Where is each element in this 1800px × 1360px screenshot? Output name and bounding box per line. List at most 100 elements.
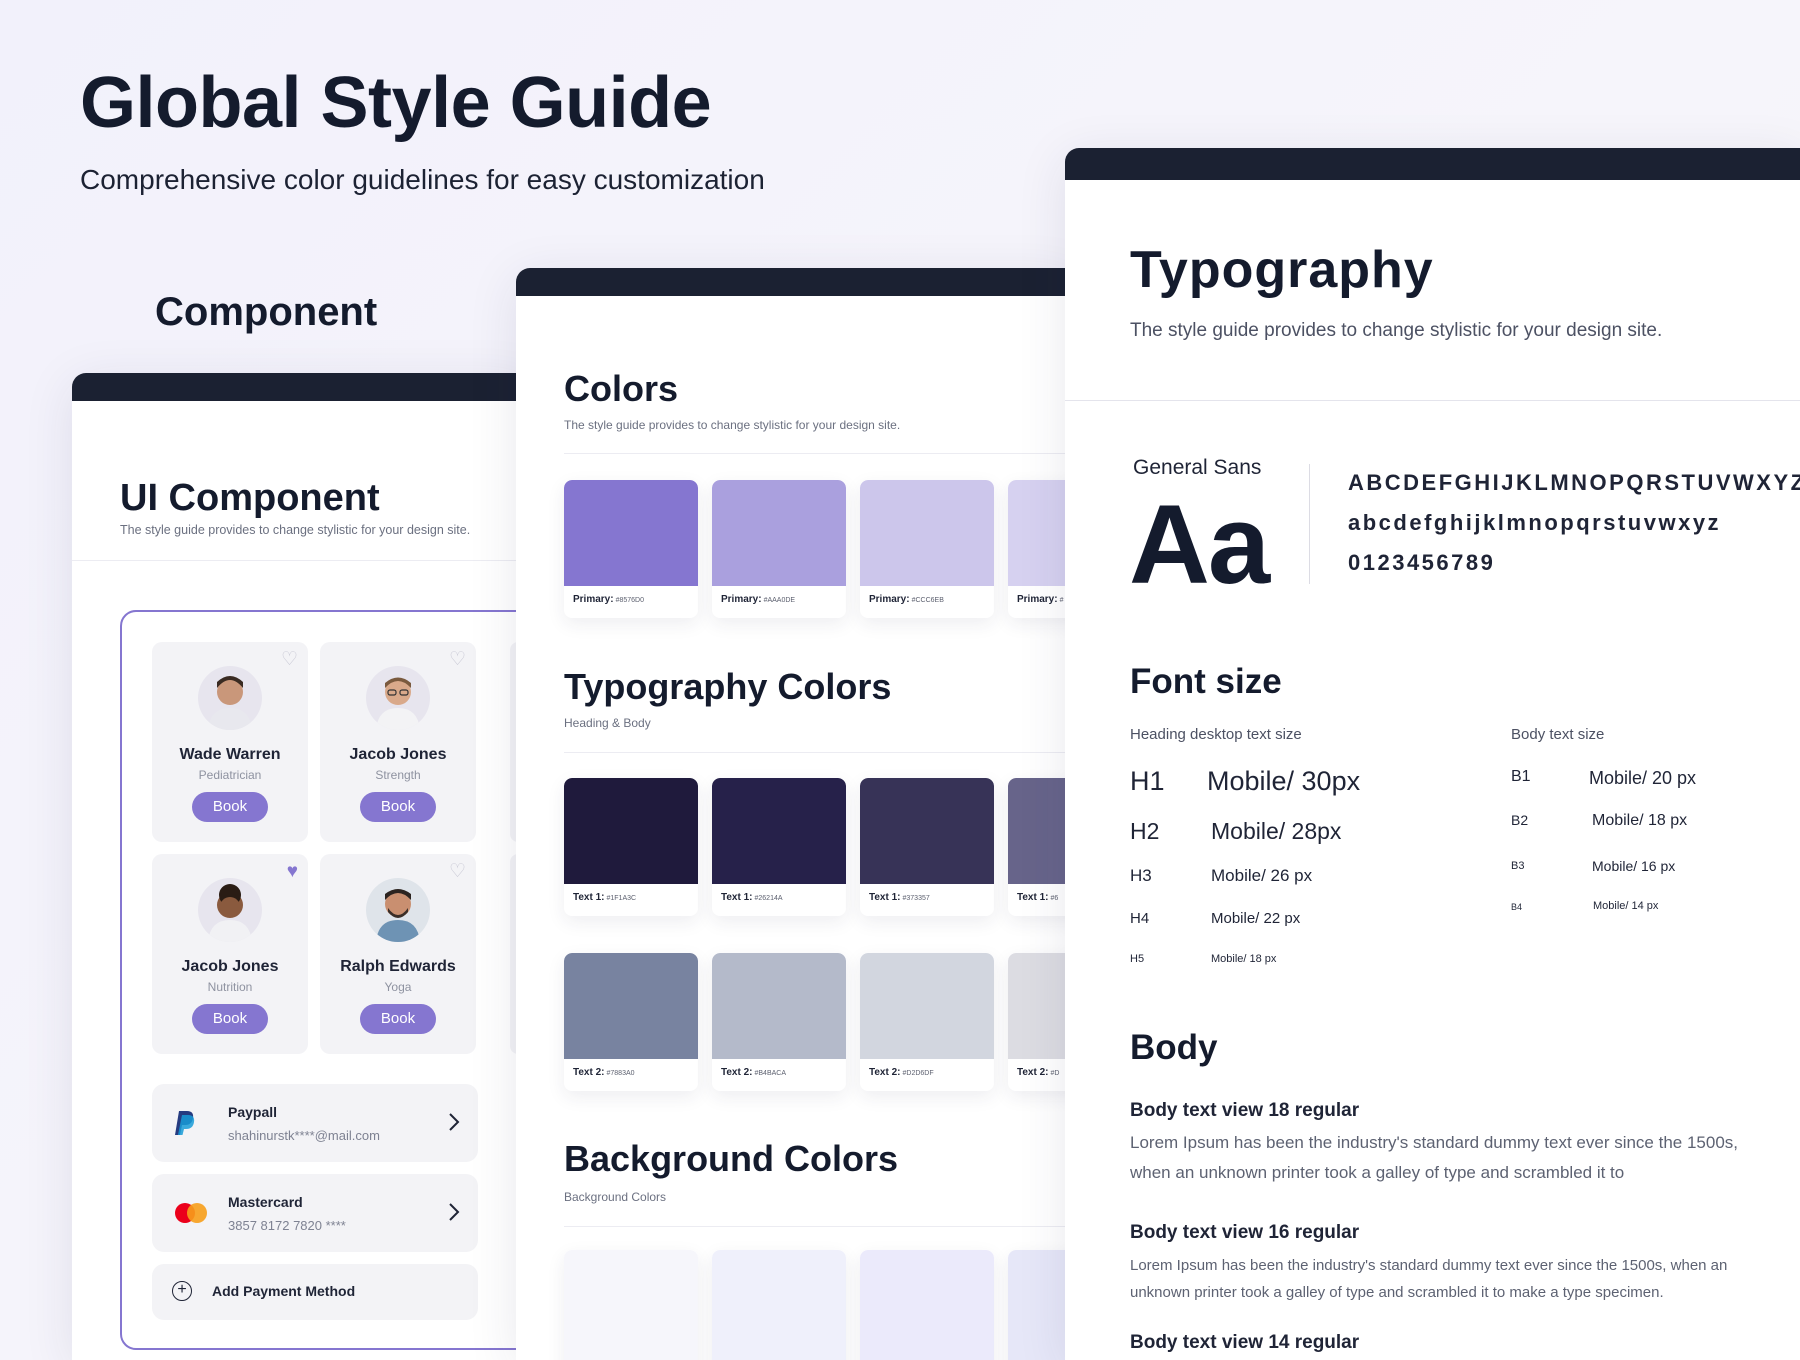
color-swatch: Text 1: #373357 <box>860 778 994 916</box>
typography-title: Typography <box>1130 241 1434 299</box>
b2-tag: B2 <box>1511 812 1529 828</box>
swatch-color <box>860 480 994 586</box>
divider <box>1065 400 1800 401</box>
doctor-name: Wade Warren <box>179 746 281 763</box>
ui-component-panel: UI Component The style guide provides to… <box>72 373 532 1360</box>
heart-icon[interactable]: ♡ <box>449 650 466 669</box>
color-swatch: Text 1: #1F1A3C <box>564 778 698 916</box>
b3-size: Mobile/ 16 px <box>1592 858 1676 874</box>
h4-size: Mobile/ 22 px <box>1211 910 1301 927</box>
b2-size: Mobile/ 18 px <box>1592 812 1688 829</box>
payment-method-row[interactable]: Mastercard 3857 8172 7820 **** <box>152 1174 478 1252</box>
color-swatch <box>564 1250 698 1360</box>
swatch-color <box>860 1250 994 1360</box>
doctor-name: Ralph Edwards <box>340 958 456 975</box>
payment-method-row[interactable]: Paypall shahinurstk****@mail.com <box>152 1084 478 1162</box>
body-example-text: Lorem Ipsum has been the industry's stan… <box>1130 1133 1739 1182</box>
uppercase-glyphs: ABCDEFGHIJKLMNOPQRSTUVWXYZ <box>1348 470 1800 495</box>
body-example-heading: Body text view 14 regular <box>1130 1332 1360 1353</box>
swatch-label: Primary: #CCC6EB <box>869 594 944 605</box>
swatch-color <box>712 1250 846 1360</box>
background-colors-title: Background Colors <box>564 1138 899 1179</box>
heart-icon[interactable]: ♡ <box>281 650 298 669</box>
doctor-role: Yoga <box>384 980 412 994</box>
doctor-card[interactable]: ♥ Jacob Jones Nutrition Book <box>152 854 308 1054</box>
ui-component-title: UI Component <box>120 477 380 519</box>
doctor-card[interactable]: ♡ Ralph Edwards Yoga Book <box>320 854 476 1054</box>
color-swatch: Primary: #AAA0DE <box>712 480 846 618</box>
h3-size: Mobile/ 26 px <box>1211 866 1313 885</box>
swatch-label: Text 2: #B4BACA <box>721 1067 787 1078</box>
color-swatch <box>860 1250 994 1360</box>
swatch-label: Text 1: #6 <box>1017 892 1059 903</box>
book-button[interactable]: Book <box>360 792 436 822</box>
doctor-card[interactable]: ♡ Jacob Jones Strength Book <box>320 642 476 842</box>
typography-colors-title: Typography Colors <box>564 666 892 707</box>
colors-title: Colors <box>564 368 679 409</box>
lowercase-glyphs: abcdefghijklmnopqrstuvwxyz <box>1348 510 1722 535</box>
swatch-label: Primary: #AAA0DE <box>721 594 796 605</box>
b1-tag: B1 <box>1511 768 1531 785</box>
colors-subtitle: The style guide provides to change styli… <box>564 418 901 432</box>
panel-header-bar <box>516 268 1076 296</box>
page-subtitle: Comprehensive color guidelines for easy … <box>80 164 765 195</box>
heart-filled-icon[interactable]: ♥ <box>287 862 298 881</box>
swatch-color <box>860 953 994 1059</box>
swatch-label: Text 1: #26214A <box>721 892 783 903</box>
heart-icon[interactable]: ♡ <box>449 862 466 881</box>
typography-colors-subtitle: Heading & Body <box>564 716 651 730</box>
payment-name: Mastercard <box>228 1194 303 1210</box>
h5-tag: H5 <box>1130 953 1145 965</box>
swatch-color <box>712 480 846 586</box>
typography-panel: Typography The style guide provides to c… <box>1065 148 1800 1360</box>
doctor-card[interactable]: ♡ Wade Warren Pediatrician Book <box>152 642 308 842</box>
panel-header-bar <box>72 373 532 401</box>
color-swatch: Text 2: #B4BACA <box>712 953 846 1091</box>
chevron-right-icon[interactable] <box>448 1112 460 1132</box>
font-sample: Aa <box>1129 482 1270 607</box>
h2-tag: H2 <box>1130 818 1160 844</box>
book-button[interactable]: Book <box>360 1004 436 1034</box>
swatch-label: Primary: # <box>1017 594 1064 605</box>
swatch-label: Text 1: #373357 <box>869 892 930 903</box>
avatar <box>198 666 262 730</box>
payment-name: Paypall <box>228 1104 278 1120</box>
h1-size: Mobile/ 30px <box>1207 766 1361 796</box>
swatch-label: Text 2: #7883A0 <box>573 1067 635 1078</box>
payment-detail: 3857 8172 7820 **** <box>228 1218 346 1233</box>
swatch-color <box>712 778 846 884</box>
body-example-heading: Body text view 18 regular <box>1130 1100 1360 1121</box>
body-example-text: Lorem Ipsum has been the industry's stan… <box>1130 1257 1728 1301</box>
doctor-role: Pediatrician <box>198 768 262 782</box>
doctor-role: Nutrition <box>207 980 253 994</box>
book-button[interactable]: Book <box>192 792 268 822</box>
body-example-heading: Body text view 16 regular <box>1130 1222 1360 1243</box>
swatch-label: Primary: #8576D0 <box>573 594 644 605</box>
add-payment-method-button[interactable]: + Add Payment Method <box>152 1264 478 1320</box>
typography-subtitle: The style guide provides to change styli… <box>1130 320 1663 341</box>
divider <box>1309 464 1310 584</box>
swatch-color <box>564 778 698 884</box>
chevron-right-icon[interactable] <box>448 1202 460 1222</box>
book-button[interactable]: Book <box>192 1004 268 1034</box>
panel-header-bar <box>1065 148 1800 180</box>
font-family-name: General Sans <box>1133 456 1262 479</box>
color-swatch: Text 2: #D2D6DF <box>860 953 994 1091</box>
b3-tag: B3 <box>1511 860 1525 872</box>
body-size-label: Body text size <box>1511 726 1605 743</box>
swatch-label: Text 2: #D <box>1017 1067 1060 1078</box>
divider <box>72 560 532 561</box>
colors-panel: Colors The style guide provides to chang… <box>516 268 1076 1360</box>
paypal-icon <box>175 1111 195 1135</box>
color-swatch <box>712 1250 846 1360</box>
divider <box>564 453 1076 454</box>
doctor-name: Jacob Jones <box>349 746 447 763</box>
font-size-title: Font size <box>1130 662 1282 701</box>
divider <box>564 752 1076 753</box>
swatch-color <box>564 1250 698 1360</box>
h4-tag: H4 <box>1130 910 1150 927</box>
doctor-role: Strength <box>375 768 421 782</box>
swatch-color <box>860 778 994 884</box>
component-preview-frame: ♡ Wade Warren Pediatrician Book ♡ Jacob … <box>120 610 532 1350</box>
ui-component-subtitle: The style guide provides to change styli… <box>120 523 471 537</box>
